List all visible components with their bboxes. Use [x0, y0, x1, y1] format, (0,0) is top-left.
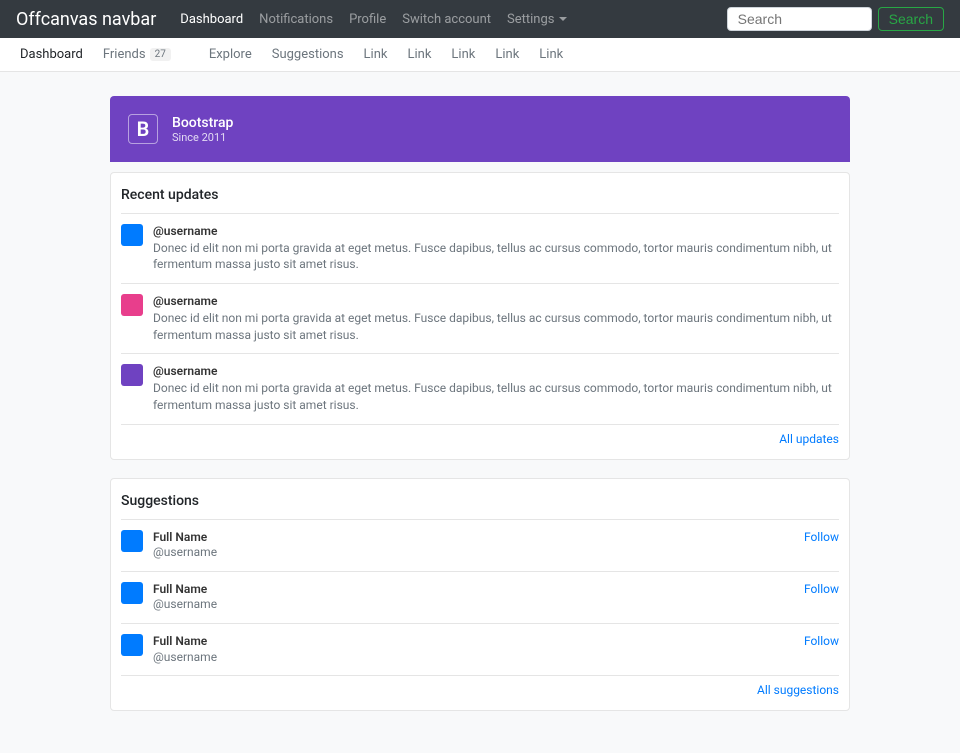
- subnav-suggestions[interactable]: Suggestions: [264, 47, 352, 62]
- avatar-icon: [121, 364, 143, 386]
- suggestion-name: Full Name: [153, 582, 794, 598]
- subnav-link[interactable]: Link: [399, 47, 439, 62]
- friends-count-badge: 27: [150, 48, 171, 61]
- search-form: Search: [727, 7, 944, 31]
- recent-updates-card: Recent updates @username Donec id elit n…: [110, 172, 850, 460]
- nav-link-switch-account[interactable]: Switch account: [394, 8, 499, 31]
- follow-button[interactable]: Follow: [804, 530, 839, 544]
- recent-footer: All updates: [121, 424, 839, 449]
- suggestions-footer: All suggestions: [121, 675, 839, 700]
- navbar-brand[interactable]: Offcanvas navbar: [16, 9, 156, 30]
- update-item: @username Donec id elit non mi porta gra…: [121, 353, 839, 423]
- suggestions-heading: Suggestions: [121, 493, 839, 519]
- suggestion-item: Full Name @username Follow: [121, 623, 839, 675]
- update-username: @username: [153, 364, 839, 380]
- suggestion-username: @username: [153, 650, 794, 666]
- subnav-link[interactable]: Link: [487, 47, 527, 62]
- suggestion-name: Full Name: [153, 634, 794, 650]
- bootstrap-logo-icon: B: [128, 114, 158, 144]
- hero-title: Bootstrap: [172, 115, 233, 131]
- update-text: Donec id elit non mi porta gravida at eg…: [153, 240, 839, 274]
- nav-link-notifications[interactable]: Notifications: [251, 8, 341, 31]
- suggestion-body: Full Name @username: [153, 582, 794, 613]
- suggestion-item: Full Name @username Follow: [121, 519, 839, 571]
- hero-text: Bootstrap Since 2011: [172, 115, 233, 144]
- profile-hero: B Bootstrap Since 2011: [110, 96, 850, 162]
- all-updates-link[interactable]: All updates: [779, 432, 839, 446]
- update-body: @username Donec id elit non mi porta gra…: [153, 294, 839, 343]
- subnav-link[interactable]: Link: [356, 47, 396, 62]
- update-body: @username Donec id elit non mi porta gra…: [153, 224, 839, 273]
- all-suggestions-link[interactable]: All suggestions: [757, 683, 839, 697]
- subnav-link[interactable]: Link: [443, 47, 483, 62]
- subnav-dashboard[interactable]: Dashboard: [12, 47, 91, 62]
- suggestion-body: Full Name @username: [153, 530, 794, 561]
- update-text: Donec id elit non mi porta gravida at eg…: [153, 380, 839, 414]
- nav-link-profile[interactable]: Profile: [341, 8, 394, 31]
- nav-link-settings-dropdown[interactable]: Settings: [499, 8, 574, 31]
- suggestions-card: Suggestions Full Name @username Follow F…: [110, 478, 850, 712]
- update-item: @username Donec id elit non mi porta gra…: [121, 283, 839, 353]
- navbar-links: Dashboard Notifications Profile Switch a…: [172, 8, 726, 31]
- suggestion-body: Full Name @username: [153, 634, 794, 665]
- update-text: Donec id elit non mi porta gravida at eg…: [153, 310, 839, 344]
- search-input[interactable]: [727, 7, 872, 31]
- secondary-navbar: Dashboard Friends 27 Explore Suggestions…: [0, 38, 960, 72]
- update-item: @username Donec id elit non mi porta gra…: [121, 213, 839, 283]
- main-container: B Bootstrap Since 2011 Recent updates @u…: [110, 72, 850, 753]
- search-button[interactable]: Search: [878, 7, 944, 31]
- suggestion-username: @username: [153, 545, 794, 561]
- update-username: @username: [153, 294, 839, 310]
- avatar-icon: [121, 530, 143, 552]
- avatar-icon: [121, 634, 143, 656]
- avatar-icon: [121, 582, 143, 604]
- subnav-explore[interactable]: Explore: [201, 47, 260, 62]
- nav-link-dashboard[interactable]: Dashboard: [172, 8, 251, 31]
- update-username: @username: [153, 224, 839, 240]
- follow-button[interactable]: Follow: [804, 634, 839, 648]
- subnav-friends[interactable]: Friends 27: [95, 47, 179, 62]
- update-body: @username Donec id elit non mi porta gra…: [153, 364, 839, 413]
- recent-updates-heading: Recent updates: [121, 187, 839, 213]
- hero-subtitle: Since 2011: [172, 131, 233, 144]
- follow-button[interactable]: Follow: [804, 582, 839, 596]
- avatar-icon: [121, 294, 143, 316]
- subnav-link[interactable]: Link: [531, 47, 571, 62]
- subnav-friends-label: Friends: [103, 47, 146, 62]
- suggestion-name: Full Name: [153, 530, 794, 546]
- avatar-icon: [121, 224, 143, 246]
- top-navbar: Offcanvas navbar Dashboard Notifications…: [0, 0, 960, 38]
- suggestion-item: Full Name @username Follow: [121, 571, 839, 623]
